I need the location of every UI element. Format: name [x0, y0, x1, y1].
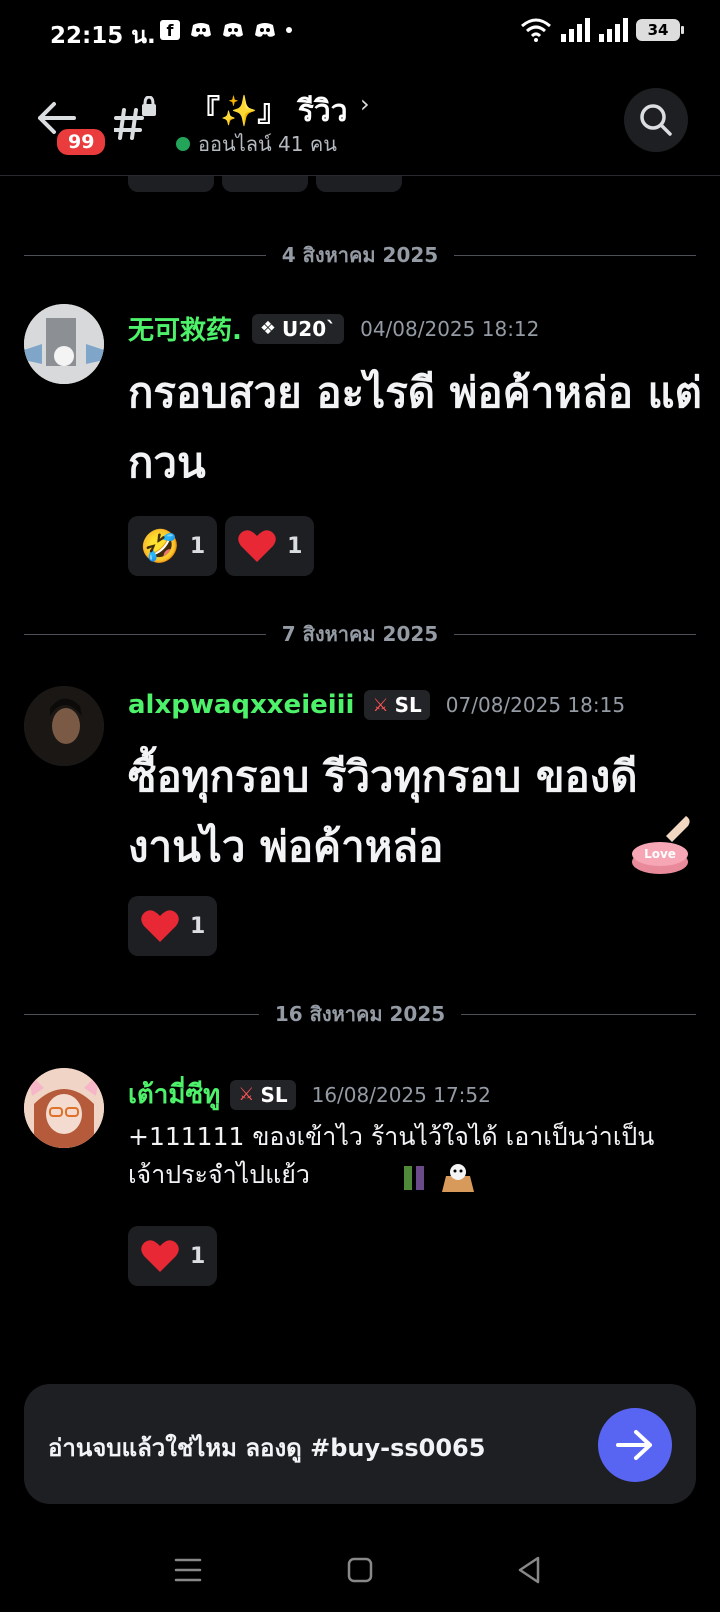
status-right: 34: [520, 18, 684, 42]
cat-box-sticker-icon: [404, 1164, 474, 1192]
discord-icon: [255, 23, 275, 37]
message-header: 无可救药. ❖ U20` 04/08/2025 18:12: [128, 310, 539, 347]
role-tag[interactable]: ⚔ SL: [230, 1079, 296, 1110]
go-to-channel-button[interactable]: [598, 1408, 672, 1482]
rofl-emoji-icon: 🤣: [140, 527, 180, 565]
reaction-chip[interactable]: 1: [128, 1226, 218, 1286]
online-dot-icon: [176, 137, 190, 151]
reaction-chip[interactable]: [128, 176, 214, 192]
signal-icon: [599, 18, 628, 42]
status-time: 22:15 น.: [50, 23, 156, 49]
username[interactable]: 无可救药.: [128, 310, 242, 347]
timestamp: 07/08/2025 18:15: [445, 693, 626, 717]
reaction-chip[interactable]: 🤣 1: [128, 516, 218, 576]
online-status: ออนไลน์ 41 คน: [176, 128, 337, 160]
menu-icon[interactable]: [168, 1550, 208, 1590]
discord-icon: [223, 23, 243, 37]
heart-icon: [141, 1240, 179, 1272]
username[interactable]: เต้ามี่ซีทู: [128, 1074, 220, 1115]
previous-reactions-row: [128, 176, 402, 192]
chevron-right-icon[interactable]: ›: [360, 90, 370, 118]
system-nav-bar: [0, 1526, 720, 1612]
date-divider: 4 สิงหาคม 2025: [24, 240, 696, 270]
reactions-row: 1: [128, 1226, 218, 1286]
reaction-chip[interactable]: [222, 176, 308, 192]
timestamp: 16/08/2025 17:52: [311, 1082, 491, 1107]
battery-icon: 34: [636, 19, 684, 41]
home-square-icon[interactable]: [340, 1550, 380, 1590]
signal-icon: [561, 18, 590, 42]
locked-channel-icon: [114, 96, 156, 140]
more-notifications-dot: [286, 27, 292, 33]
avatar[interactable]: [24, 304, 104, 384]
unread-badge: 99: [54, 126, 109, 158]
heart-icon: [238, 530, 276, 562]
channel-header: 99 『✨』 รีวิว › ออนไลน์ 41 คน: [0, 66, 720, 176]
heart-icon: [141, 910, 179, 942]
message-text: กรอบสวย อะไรดี พ่อค้าหล่อ แต่กวน: [128, 368, 702, 487]
message-header: เต้ามี่ซีทู ⚔ SL 16/08/2025 17:52: [128, 1074, 491, 1115]
love-cake-sticker-icon: Love: [632, 816, 690, 874]
channel-suggestion-bar[interactable]: อ่านจบแล้วใช่ไหม ลองดู #buy-ss0065: [24, 1384, 696, 1504]
wifi-icon: [521, 18, 551, 42]
message-text: ซื้อทุกรอบ รีวิวทุกรอบ ของดี งานไว พ่อค้…: [128, 752, 638, 871]
role-tag[interactable]: ❖ U20`: [251, 313, 345, 344]
svg-text:Love: Love: [644, 847, 676, 861]
role-tag[interactable]: ⚔ SL: [364, 690, 430, 720]
status-bar: 22:15 น. f 34: [0, 0, 720, 66]
reaction-chip[interactable]: 1: [128, 896, 218, 956]
sword-icon: ⚔: [238, 1084, 255, 1105]
search-icon: [640, 104, 672, 136]
message-header: alxpwaqxxeieiii ⚔ SL 07/08/2025 18:15: [128, 690, 625, 720]
date-divider: 16 สิงหาคม 2025: [24, 999, 696, 1029]
discord-icon: [191, 23, 211, 37]
notification-icons: f: [160, 20, 292, 40]
avatar[interactable]: [24, 1068, 104, 1148]
avatar[interactable]: [24, 686, 104, 766]
reaction-chip[interactable]: [316, 176, 402, 192]
reactions-row: 1: [128, 896, 218, 956]
timestamp: 04/08/2025 18:12: [360, 316, 540, 341]
role-icon: ❖: [259, 318, 277, 339]
back-triangle-icon[interactable]: [510, 1550, 550, 1590]
search-button[interactable]: [624, 88, 688, 152]
facebook-icon: f: [160, 20, 180, 40]
date-divider: 7 สิงหาคม 2025: [24, 619, 696, 649]
username[interactable]: alxpwaqxxeieiii: [128, 690, 354, 720]
message-feed[interactable]: 4 สิงหาคม 2025 无可救药. ❖ U20` 04/08/2025 1…: [0, 176, 720, 1376]
online-count: ออนไลน์ 41 คน: [198, 132, 337, 156]
reaction-chip[interactable]: 1: [225, 516, 315, 576]
send-arrow-icon: [616, 1430, 652, 1460]
reactions-row: 🤣 1 1: [128, 516, 315, 576]
suggestion-text: อ่านจบแล้วใช่ไหม ลองดู #buy-ss0065: [48, 1434, 486, 1462]
sword-icon: ⚔: [372, 694, 389, 716]
